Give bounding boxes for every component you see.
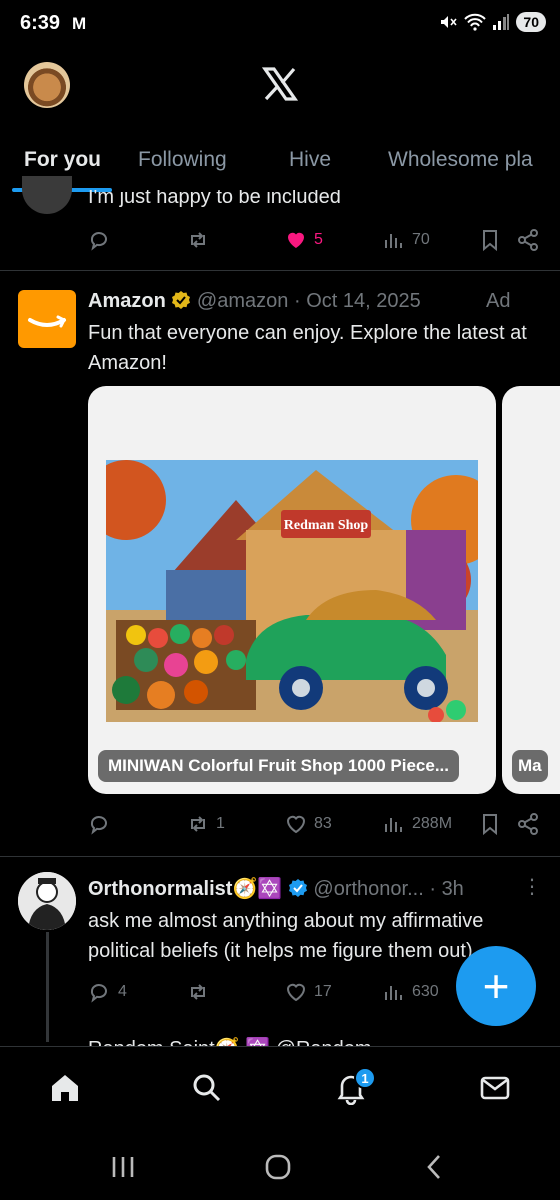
- reply-button[interactable]: [88, 228, 112, 252]
- tweet-header: Amazon @amazon · Oct 14, 2025: [88, 290, 421, 313]
- back-icon[interactable]: [420, 1152, 450, 1182]
- search-icon[interactable]: [190, 1071, 224, 1105]
- repost-button[interactable]: 1: [186, 812, 225, 836]
- tab-following[interactable]: Following: [138, 148, 227, 172]
- tweet-text: Fun that everyone can enjoy. Explore the…: [88, 322, 527, 374]
- compose-button[interactable]: +: [456, 946, 536, 1026]
- like-count: 5: [314, 231, 323, 248]
- timeline-tabs: For you Following Hive Wholesome pla: [0, 140, 560, 192]
- reply-icon: [90, 232, 107, 251]
- views-button[interactable]: 630: [382, 980, 439, 1004]
- mail-notification-icon: M: [72, 14, 87, 33]
- product-card-2-label: Ma: [512, 750, 548, 782]
- separator: ·: [429, 878, 436, 900]
- like-count: 17: [314, 983, 332, 1000]
- signal-icon: [493, 14, 510, 30]
- status-right-icons: 70: [438, 12, 546, 32]
- tweet-date: Oct 14, 2025: [306, 290, 421, 312]
- tweet-actions: 5 70: [88, 228, 548, 258]
- profile-avatar-button[interactable]: [24, 62, 70, 108]
- handle: @amazon: [196, 290, 289, 312]
- ad-label: Ad: [486, 290, 511, 312]
- avatar-figure-icon: [18, 872, 76, 930]
- like-button[interactable]: 5: [284, 228, 323, 252]
- divider: [0, 856, 560, 857]
- shop-sign-text: Redman Shop: [284, 518, 369, 533]
- repost-count: 1: [216, 815, 225, 832]
- view-count: 288M: [412, 815, 453, 832]
- notification-badge: 1: [354, 1067, 376, 1089]
- reply-button[interactable]: 4: [88, 980, 127, 1004]
- views-icon: [385, 234, 402, 248]
- like-count: 83: [314, 815, 332, 832]
- product-card-2[interactable]: Ma: [502, 386, 560, 794]
- bookmark-icon: [483, 230, 497, 252]
- handle: @orthonor...: [313, 878, 424, 900]
- repost-button[interactable]: [186, 980, 210, 1004]
- avatar[interactable]: [22, 176, 72, 214]
- home-circle-icon[interactable]: [263, 1152, 293, 1182]
- messages-envelope-icon[interactable]: [478, 1071, 512, 1105]
- reply-button[interactable]: [88, 812, 112, 836]
- views-icon: [385, 986, 402, 1000]
- avatar[interactable]: [18, 872, 76, 930]
- heart-filled-icon: [288, 232, 304, 248]
- bookmark-button[interactable]: [478, 228, 502, 252]
- verified-blue-icon: [288, 879, 307, 897]
- amazon-avatar[interactable]: [18, 290, 76, 348]
- status-time: 6:39: [20, 12, 61, 34]
- repost-button[interactable]: [186, 228, 210, 252]
- views-button[interactable]: 288M: [382, 812, 452, 836]
- repost-icon: [191, 816, 205, 832]
- repost-icon: [191, 232, 205, 248]
- bottom-navigation: 1: [0, 1046, 560, 1134]
- tab-for-you[interactable]: For you: [24, 148, 101, 172]
- view-count: 70: [412, 231, 430, 248]
- divider: [0, 270, 560, 271]
- tweet-header: ʘrthonormalist🧭✡️ @orthonor... · 3h: [88, 876, 464, 901]
- tweet-time: 3h: [441, 878, 464, 900]
- bookmark-button[interactable]: [478, 812, 502, 836]
- verified-gold-icon: [172, 291, 191, 309]
- x-logo-icon: [262, 67, 298, 101]
- views-icon: [385, 818, 402, 832]
- views-button[interactable]: 70: [382, 228, 430, 252]
- more-options-icon[interactable]: ⋮: [522, 874, 542, 899]
- share-button[interactable]: [516, 812, 540, 836]
- fruit-shop-illustration: Redman Shop: [106, 460, 478, 722]
- reply-count: 4: [118, 983, 127, 1000]
- product-card[interactable]: Redman Shop MINIWAN Colorful Fruit Shop …: [88, 386, 496, 794]
- tab-hive[interactable]: Hive: [289, 148, 331, 172]
- separator: ·: [293, 290, 301, 312]
- heart-icon: [286, 815, 306, 834]
- display-name[interactable]: Amazon: [88, 290, 166, 312]
- system-navigation: [0, 1134, 560, 1200]
- product-image: Redman Shop: [106, 460, 478, 722]
- wifi-icon: [464, 13, 487, 31]
- like-button[interactable]: 17: [284, 980, 332, 1004]
- reply-icon: [90, 816, 107, 835]
- recent-apps-icon[interactable]: [108, 1152, 138, 1182]
- view-count: 630: [412, 983, 439, 1000]
- tab-wholesome[interactable]: Wholesome pla: [388, 148, 533, 172]
- like-button[interactable]: 83: [284, 812, 332, 836]
- share-button[interactable]: [516, 228, 540, 252]
- bookmark-icon: [483, 814, 497, 836]
- share-icon: [518, 229, 538, 251]
- display-name[interactable]: ʘrthonormalist🧭✡️: [88, 878, 282, 900]
- repost-icon: [191, 984, 205, 1000]
- amazon-smile-icon: [28, 315, 67, 328]
- thread-line: [46, 932, 49, 1042]
- mute-icon: [441, 16, 458, 28]
- product-card-label: MINIWAN Colorful Fruit Shop 1000 Piece..…: [98, 750, 459, 782]
- home-icon[interactable]: [48, 1071, 82, 1105]
- heart-icon: [286, 983, 306, 1002]
- share-icon: [518, 813, 538, 835]
- status-bar: 6:39 M 70: [0, 0, 560, 52]
- battery-indicator: 70: [516, 12, 546, 32]
- reply-icon: [90, 984, 107, 1003]
- tweet-actions: 1 83 288M: [88, 812, 548, 842]
